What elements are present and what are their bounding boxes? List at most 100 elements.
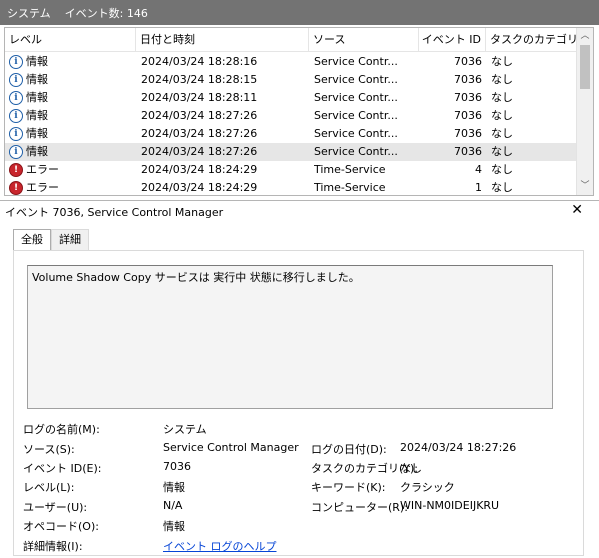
category-cell: なし xyxy=(491,145,513,158)
column-header-datetime[interactable]: 日付と時刻 xyxy=(136,28,309,52)
event-row[interactable]: ! エラー 2024/03/24 18:24:29 Time-Service 1 なし xyxy=(5,179,577,195)
event-count: イベント数: 146 xyxy=(64,6,148,20)
user-value[interactable]: N/A xyxy=(163,499,182,512)
event-row[interactable]: i 情報 2024/03/24 18:27:26 Service Contr... 70… xyxy=(5,143,577,161)
more-info-label: 詳細情報(I): xyxy=(23,540,83,553)
id-cell: 4 xyxy=(475,163,482,176)
level-text: エラー xyxy=(26,181,59,194)
source-cell: Time-Service xyxy=(314,163,386,176)
error-icon: ! xyxy=(9,181,23,195)
category-cell: なし xyxy=(491,73,513,86)
log-name-value[interactable]: システム xyxy=(163,421,207,437)
logged-value[interactable]: 2024/03/24 18:27:26 xyxy=(400,441,516,454)
info-icon: i xyxy=(9,109,23,123)
column-header-event-id[interactable]: イベント ID xyxy=(419,28,486,52)
column-header-source[interactable]: ソース xyxy=(309,28,419,52)
id-cell: 7036 xyxy=(454,109,482,122)
datetime-cell: 2024/03/24 18:27:26 xyxy=(141,109,258,122)
category-cell: なし xyxy=(491,91,513,104)
level-text: 情報 xyxy=(26,145,48,158)
category-cell: なし xyxy=(491,163,513,176)
tab-details[interactable]: 詳細 xyxy=(51,229,89,251)
datetime-cell: 2024/03/24 18:28:11 xyxy=(141,91,258,104)
keywords-value[interactable]: クラシック xyxy=(400,479,455,495)
source-cell: Service Contr... xyxy=(314,109,398,122)
log-name-label: ログの名前(M): xyxy=(23,423,100,436)
column-header-task-category[interactable]: タスクのカテゴリ xyxy=(486,28,577,52)
event-message-box[interactable]: Volume Shadow Copy サービスは 実行中 状態に移行しました。 xyxy=(27,265,553,409)
scroll-up-icon[interactable]: ︿ xyxy=(577,28,593,45)
source-cell: Service Contr... xyxy=(314,73,398,86)
level-cell: ! エラー xyxy=(5,179,136,195)
source-cell: Service Contr... xyxy=(314,91,398,104)
level-cell: i 情報 xyxy=(5,71,136,89)
datetime-cell: 2024/03/24 18:24:29 xyxy=(141,163,258,176)
detail-header-bar: イベント 7036, Service Control Manager ✕ xyxy=(0,200,599,222)
close-icon[interactable]: ✕ xyxy=(571,202,583,218)
level-cell: i 情報 xyxy=(5,125,136,143)
scroll-thumb[interactable] xyxy=(580,45,590,89)
id-cell: 7036 xyxy=(454,55,482,68)
level-label: レベル(L): xyxy=(23,481,75,494)
tab-general[interactable]: 全般 xyxy=(13,229,51,252)
opcode-label: オペコード(O): xyxy=(23,520,99,533)
logged-label: ログの日付(D): xyxy=(311,443,387,456)
datetime-cell: 2024/03/24 18:28:15 xyxy=(141,73,258,86)
general-tab-panel: Volume Shadow Copy サービスは 実行中 状態に移行しました。 … xyxy=(13,250,584,556)
source-cell: Service Contr... xyxy=(314,55,398,68)
event-id-value[interactable]: 7036 xyxy=(163,460,191,473)
datetime-cell: 2024/03/24 18:27:26 xyxy=(141,145,258,158)
level-cell: i 情報 xyxy=(5,143,136,161)
source-value[interactable]: Service Control Manager xyxy=(163,441,299,454)
level-value[interactable]: 情報 xyxy=(163,479,185,495)
level-text: 情報 xyxy=(26,55,48,68)
level-text: 情報 xyxy=(26,91,48,104)
source-label: ソース(S): xyxy=(23,443,75,456)
id-cell: 7036 xyxy=(454,127,482,140)
event-row[interactable]: ! エラー 2024/03/24 18:24:29 Time-Service 4 なし xyxy=(5,161,577,179)
list-header: レベル 日付と時刻 ソース イベント ID タスクのカテゴリ xyxy=(5,28,577,52)
event-rows: i 情報 2024/03/24 18:28:16 Service Contr... 70… xyxy=(5,53,577,195)
category-cell: なし xyxy=(491,55,513,68)
event-row[interactable]: i 情報 2024/03/24 18:27:26 Service Contr... 70… xyxy=(5,107,577,125)
category-cell: なし xyxy=(491,127,513,140)
level-text: 情報 xyxy=(26,127,48,140)
detail-tabs: 全般 詳細 xyxy=(13,229,89,252)
error-icon: ! xyxy=(9,163,23,177)
level-cell: i 情報 xyxy=(5,89,136,107)
datetime-cell: 2024/03/24 18:24:29 xyxy=(141,181,258,194)
id-cell: 1 xyxy=(475,181,482,194)
datetime-cell: 2024/03/24 18:28:16 xyxy=(141,55,258,68)
info-icon: i xyxy=(9,145,23,159)
level-text: エラー xyxy=(26,163,59,176)
datetime-cell: 2024/03/24 18:27:26 xyxy=(141,127,258,140)
category-cell: なし xyxy=(491,181,513,194)
source-cell: Time-Service xyxy=(314,181,386,194)
detail-header-title: イベント 7036, Service Control Manager xyxy=(5,206,224,219)
category-cell: なし xyxy=(491,109,513,122)
event-id-label: イベント ID(E): xyxy=(23,462,102,475)
task-category-value[interactable]: なし xyxy=(400,460,422,476)
user-label: ユーザー(U): xyxy=(23,501,88,514)
event-row[interactable]: i 情報 2024/03/24 18:28:11 Service Contr... 70… xyxy=(5,89,577,107)
scroll-down-icon[interactable]: ﹀ xyxy=(577,178,593,195)
keywords-label: キーワード(K): xyxy=(311,481,386,494)
column-header-level[interactable]: レベル xyxy=(5,28,136,52)
id-cell: 7036 xyxy=(454,91,482,104)
level-cell: i 情報 xyxy=(5,107,136,125)
level-cell: i 情報 xyxy=(5,53,136,71)
level-text: 情報 xyxy=(26,73,48,86)
computer-value[interactable]: WIN-NM0IDEIJKRU xyxy=(400,499,499,512)
event-row[interactable]: i 情報 2024/03/24 18:27:26 Service Contr... 70… xyxy=(5,125,577,143)
info-icon: i xyxy=(9,73,23,87)
event-list[interactable]: レベル 日付と時刻 ソース イベント ID タスクのカテゴリ i 情報 2024/0… xyxy=(4,27,594,196)
event-log-help-link[interactable]: イベント ログのヘルプ xyxy=(163,538,277,554)
event-row[interactable]: i 情報 2024/03/24 18:28:16 Service Contr... 70… xyxy=(5,53,577,71)
event-row[interactable]: i 情報 2024/03/24 18:28:15 Service Contr... 70… xyxy=(5,71,577,89)
computer-label: コンピューター(R): xyxy=(311,501,408,514)
source-cell: Service Contr... xyxy=(314,145,398,158)
id-cell: 7036 xyxy=(454,73,482,86)
opcode-value[interactable]: 情報 xyxy=(163,518,185,534)
list-scrollbar[interactable]: ︿ ﹀ xyxy=(576,28,593,195)
log-title: システム xyxy=(7,6,51,20)
